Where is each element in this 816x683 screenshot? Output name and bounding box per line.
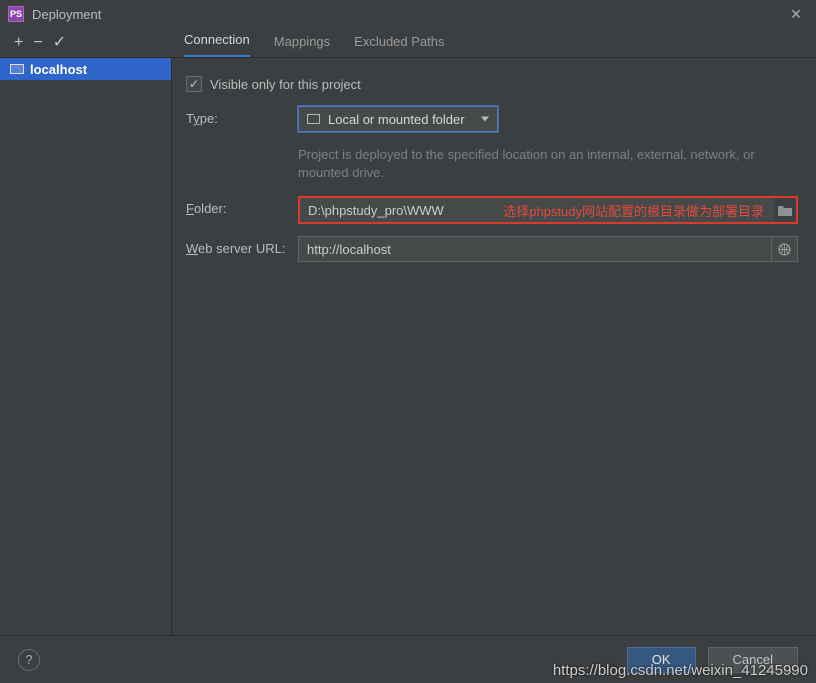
visible-only-checkbox[interactable]: ✓ <box>186 76 202 92</box>
monitor-icon <box>307 114 320 124</box>
visible-only-label: Visible only for this project <box>210 77 361 92</box>
weburl-input[interactable] <box>298 236 772 262</box>
tab-excluded-paths[interactable]: Excluded Paths <box>354 28 444 57</box>
type-value: Local or mounted folder <box>328 112 465 127</box>
server-icon <box>10 64 24 74</box>
toolbar-row: + − ✓ Connection Mappings Excluded Paths <box>0 28 816 58</box>
chevron-down-icon <box>481 117 489 122</box>
titlebar: PS Deployment ✕ <box>0 0 816 28</box>
remove-server-icon[interactable]: − <box>33 35 42 51</box>
type-combobox[interactable]: Local or mounted folder <box>298 106 498 132</box>
tab-connection[interactable]: Connection <box>184 26 250 57</box>
visible-only-row: ✓ Visible only for this project <box>186 76 798 92</box>
main-area: localhost ✓ Visible only for this projec… <box>0 58 816 635</box>
tab-mappings[interactable]: Mappings <box>274 28 330 57</box>
connection-panel: ✓ Visible only for this project Type: Lo… <box>172 58 816 635</box>
folder-browse-icon[interactable] <box>774 205 796 216</box>
check-icon[interactable]: ✓ <box>53 35 66 51</box>
server-toolbar: + − ✓ <box>0 28 172 57</box>
dialog-footer: ? OK Cancel <box>0 635 816 683</box>
app-icon: PS <box>8 6 24 22</box>
cancel-button[interactable]: Cancel <box>708 647 798 673</box>
type-help-text: Project is deployed to the specified loc… <box>298 132 758 184</box>
weburl-input-row <box>298 236 798 262</box>
window-title: Deployment <box>32 7 784 22</box>
tabbar: Connection Mappings Excluded Paths <box>172 28 816 57</box>
weburl-label: Web server URL: <box>186 236 298 256</box>
sidebar-item-localhost[interactable]: localhost <box>0 58 171 80</box>
close-icon[interactable]: ✕ <box>784 6 808 23</box>
sidebar-item-label: localhost <box>30 62 87 77</box>
ok-button[interactable]: OK <box>627 647 696 673</box>
folder-label: Folder: <box>186 196 298 216</box>
folder-input[interactable] <box>300 198 774 222</box>
help-icon[interactable]: ? <box>18 649 40 671</box>
type-label: Type: <box>186 106 298 126</box>
folder-input-row: 选择phpstudy网站配置的根目录做为部署目录 <box>298 196 798 224</box>
add-server-icon[interactable]: + <box>14 35 23 51</box>
server-list: localhost <box>0 58 172 635</box>
globe-icon[interactable] <box>772 236 798 262</box>
